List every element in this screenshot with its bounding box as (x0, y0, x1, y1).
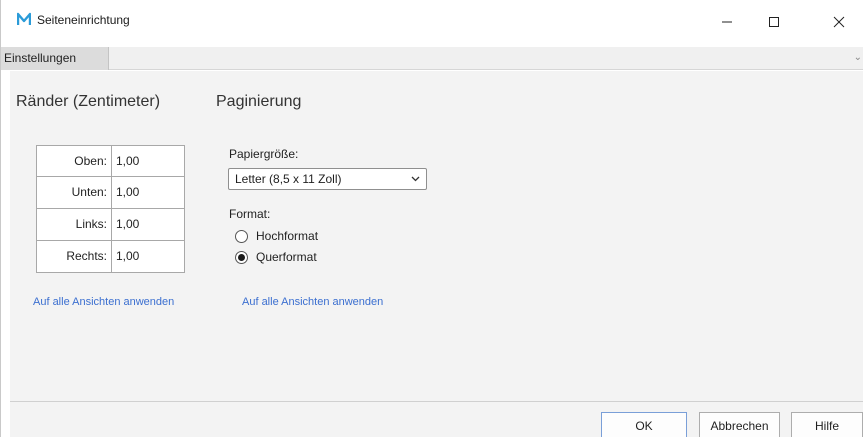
app-m-logo-icon (17, 12, 31, 25)
margin-label-right: Rechts: (37, 241, 112, 272)
minimize-icon (722, 21, 732, 23)
format-label: Format: (229, 207, 271, 221)
orientation-portrait-option[interactable]: Hochformat (235, 229, 318, 243)
minimize-button[interactable] (704, 8, 750, 36)
portrait-radio[interactable] (235, 229, 248, 243)
cancel-button[interactable]: Abbrechen (699, 412, 780, 437)
margin-right-input[interactable] (112, 241, 184, 272)
margin-row-left: Links: (36, 209, 185, 241)
margin-label-left: Links: (37, 209, 112, 240)
pagination-title: Paginierung (216, 93, 302, 110)
portrait-label: Hochformat (256, 229, 319, 243)
orientation-landscape-option[interactable]: Querformat (235, 250, 317, 264)
margin-left-input[interactable] (112, 209, 184, 240)
window-title: Seiteneinrichtung (37, 13, 130, 27)
margin-label-top: Oben: (37, 146, 112, 176)
margin-bottom-input[interactable] (112, 177, 184, 208)
chevron-down-icon (411, 169, 420, 197)
landscape-radio[interactable] (235, 250, 248, 264)
dialog-footer: OK Abbrechen Hilfe (10, 401, 863, 437)
margin-top-input[interactable] (112, 146, 184, 176)
maximize-button[interactable] (751, 8, 797, 36)
tab-strip: Einstellungen ⌄ (1, 47, 863, 70)
paper-size-value: Letter (8,5 x 11 Zoll) (235, 172, 342, 186)
paper-size-select[interactable]: Letter (8,5 x 11 Zoll) (228, 168, 427, 190)
apply-margins-all-views-link[interactable]: Auf alle Ansichten anwenden (33, 296, 174, 308)
ok-button[interactable]: OK (601, 412, 687, 437)
title-bar: Seiteneinrichtung (1, 0, 863, 44)
page-setup-dialog: Seiteneinrichtung Einstellungen ⌄ Ränder… (0, 0, 863, 437)
margins-table: Oben: Unten: Links: Rechts: (36, 145, 185, 273)
close-button[interactable] (816, 8, 862, 36)
margin-label-bottom: Unten: (37, 177, 112, 208)
landscape-label: Querformat (256, 250, 317, 264)
margins-title: Ränder (Zentimeter) (16, 93, 161, 110)
apply-pagination-all-views-link[interactable]: Auf alle Ansichten anwenden (242, 296, 383, 308)
settings-panel: Ränder (Zentimeter) Paginierung Oben: Un… (10, 71, 863, 401)
close-icon (833, 16, 845, 28)
margin-row-bottom: Unten: (36, 177, 185, 209)
chevron-down-icon[interactable]: ⌄ (854, 52, 862, 63)
help-button[interactable]: Hilfe (791, 412, 863, 437)
tab-einstellungen[interactable]: Einstellungen (1, 47, 109, 70)
paper-size-label: Papiergröße: (229, 147, 299, 161)
margin-row-right: Rechts: (36, 241, 185, 273)
maximize-icon (769, 17, 779, 27)
margin-row-top: Oben: (36, 145, 185, 177)
